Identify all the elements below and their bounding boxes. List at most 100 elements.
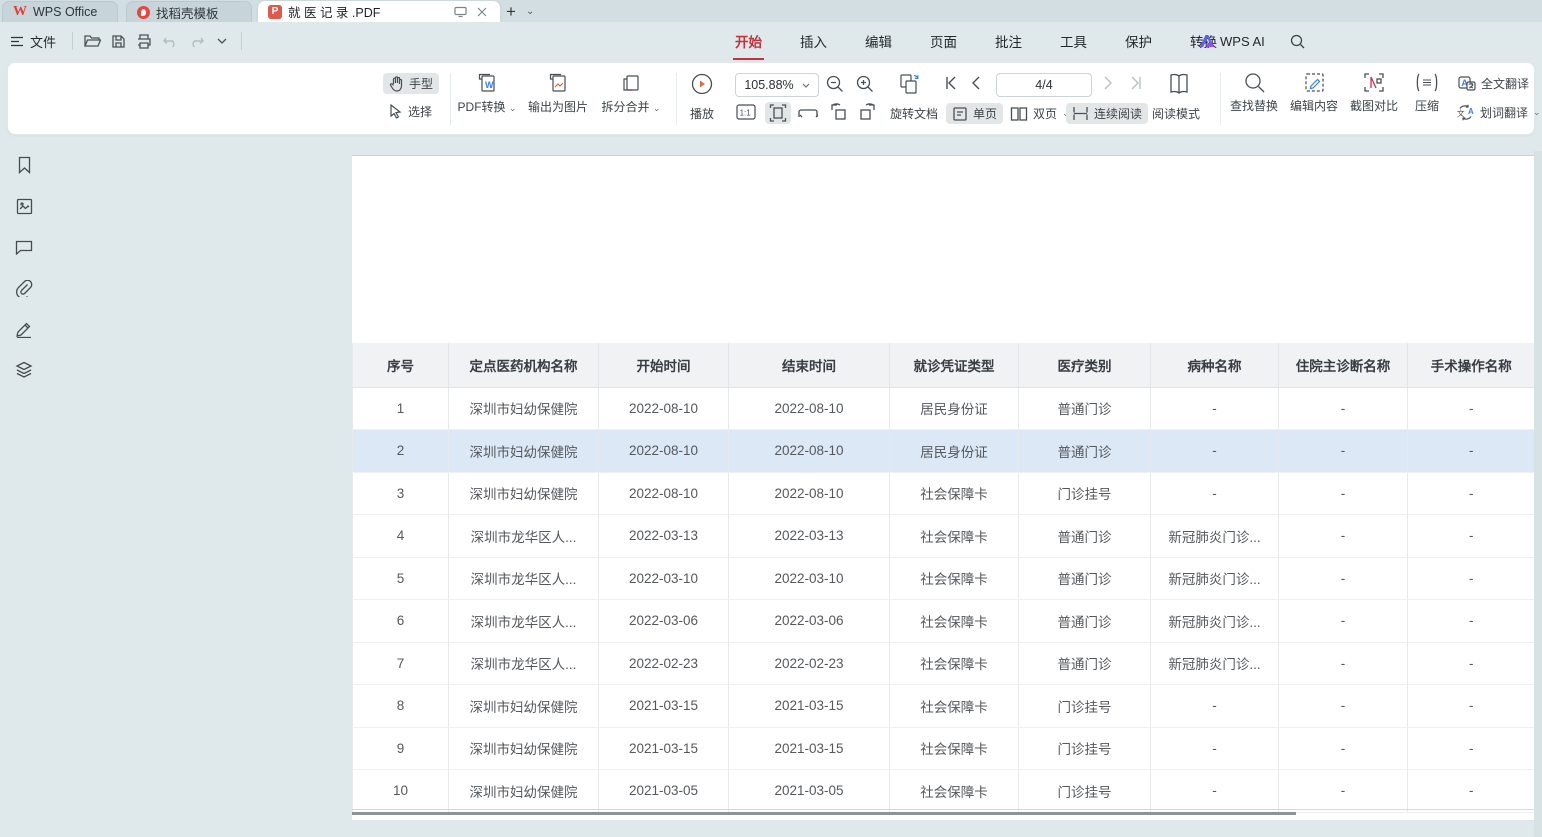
tab-label: 找稻壳模板 <box>156 3 219 22</box>
embedded-horizontal-scrollbar <box>352 812 1296 815</box>
previous-page-button[interactable] <box>971 76 980 90</box>
find-replace-button[interactable]: 查找替换 <box>1228 72 1280 114</box>
menu-item-3[interactable]: 页面 <box>928 28 959 54</box>
cell-r4-c3: 2022-03-13 <box>729 515 890 558</box>
tab-list-chevron-icon[interactable]: ⌄ <box>526 6 534 17</box>
svg-text:文: 文 <box>1457 108 1465 118</box>
edit-content-button[interactable]: 编辑内容 <box>1288 72 1340 114</box>
pdf-convert-icon: W <box>476 72 498 94</box>
word-translate-button[interactable]: 文 A 划词翻译 ⌄ <box>1456 104 1541 121</box>
cell-r9-c2: 2021-03-15 <box>599 727 729 770</box>
cell-r2-c0: 2 <box>353 430 449 473</box>
menu-item-5[interactable]: 工具 <box>1058 28 1089 54</box>
fit-width-button[interactable] <box>798 105 818 118</box>
full-text-translate-button[interactable]: A 全文翻译 <box>1458 75 1529 92</box>
hand-tool-button[interactable]: 手型 <box>383 73 439 94</box>
file-menu-button[interactable]: 文件 <box>0 29 66 53</box>
menu-item-1[interactable]: 插入 <box>798 28 829 54</box>
zoom-out-button[interactable] <box>826 75 844 93</box>
double-page-icon <box>1010 106 1028 122</box>
chevron-down-icon <box>802 83 810 88</box>
divider <box>72 32 73 50</box>
pdf-convert-button[interactable]: W PDF转换 ⌄ <box>456 72 518 115</box>
next-page-button[interactable] <box>1104 76 1113 90</box>
last-page-button[interactable] <box>1130 76 1143 90</box>
thumbnail-panel-button[interactable] <box>11 194 37 218</box>
layers-icon <box>15 361 33 379</box>
read-mode-button[interactable]: 阅读模式 <box>1152 105 1200 122</box>
swap-pages-button[interactable] <box>897 72 923 96</box>
fit-page-button[interactable] <box>765 102 791 124</box>
select-tool-button[interactable]: 选择 <box>383 101 438 122</box>
cell-r3-c1: 深圳市妇幼保健院 <box>449 472 599 515</box>
full-text-translate-label: 全文翻译 <box>1481 75 1529 92</box>
table-row-5: 5深圳市龙华区人...2022-03-102022-03-10社会保障卡普通门诊… <box>353 557 1535 600</box>
first-page-button[interactable] <box>944 76 957 90</box>
cell-r4-c0: 4 <box>353 515 449 558</box>
single-page-button[interactable]: 单页 <box>946 103 1003 124</box>
cell-r7-c4: 社会保障卡 <box>890 642 1019 685</box>
comment-panel-button[interactable] <box>11 235 37 259</box>
export-image-button[interactable]: 输出为图片 <box>524 72 592 115</box>
svg-text:W: W <box>485 80 494 90</box>
close-tab-icon[interactable] <box>474 4 490 20</box>
zoom-level-dropdown[interactable]: 105.88% <box>735 73 819 97</box>
signature-panel-button[interactable] <box>11 317 37 341</box>
print-button[interactable] <box>131 29 157 53</box>
monitor-icon[interactable] <box>452 4 468 20</box>
bookmark-panel-button[interactable] <box>11 153 37 177</box>
menu-item-0[interactable]: 开始 <box>733 28 764 54</box>
double-page-button[interactable]: 双页 ⌄ <box>1004 103 1076 124</box>
thumbnail-icon <box>16 198 33 215</box>
tab-wps-office[interactable]: W WPS Office <box>2 1 118 22</box>
zoom-in-button[interactable] <box>856 75 874 93</box>
cell-r3-c2: 2022-08-10 <box>599 472 729 515</box>
cell-r1-c2: 2022-08-10 <box>599 387 729 430</box>
rotate-document-button[interactable]: 旋转文档 <box>890 105 938 122</box>
menu-item-2[interactable]: 编辑 <box>863 28 894 54</box>
pdf-page[interactable]: 序号定点医药机构名称开始时间结束时间就诊凭证类型医疗类别病种名称住院主诊断名称手… <box>352 155 1534 820</box>
word-translate-label: 划词翻译 <box>1480 104 1528 121</box>
cell-r6-c6: 新冠肺炎门诊... <box>1151 600 1279 643</box>
screenshot-compare-button[interactable]: 截图对比 <box>1348 72 1400 114</box>
window-tab-bar: W WPS Office 找稻壳模板 P 就 医 记 录 .PDF + ⌄ <box>0 0 1542 22</box>
layers-panel-button[interactable] <box>11 358 37 382</box>
open-file-button[interactable] <box>79 29 105 53</box>
actual-size-button[interactable]: 1:1 <box>736 103 756 121</box>
cell-r3-c8: - <box>1408 472 1535 515</box>
page-indicator-field[interactable] <box>1014 78 1074 92</box>
redo-button[interactable] <box>183 29 209 53</box>
cell-r3-c4: 社会保障卡 <box>890 472 1019 515</box>
menu-item-4[interactable]: 批注 <box>993 28 1024 54</box>
quick-access-chevron-icon[interactable] <box>209 29 235 53</box>
cell-r2-c6: - <box>1151 430 1279 473</box>
svg-text:1:1: 1:1 <box>740 109 752 118</box>
rotate-left-button[interactable] <box>828 102 848 121</box>
divider <box>241 32 242 50</box>
vertical-scrollbar[interactable] <box>1534 151 1542 837</box>
save-button[interactable] <box>105 29 131 53</box>
paperclip-icon <box>15 280 33 297</box>
tab-document[interactable]: P 就 医 记 录 .PDF <box>258 1 500 22</box>
split-merge-button[interactable]: 拆分合并 ⌄ <box>598 72 664 115</box>
undo-button[interactable] <box>157 29 183 53</box>
page-number-input[interactable] <box>996 73 1092 97</box>
menu-search-icon[interactable] <box>1290 34 1305 49</box>
rotate-right-button[interactable] <box>858 102 878 121</box>
document-workspace: 序号定点医药机构名称开始时间结束时间就诊凭证类型医疗类别病种名称住院主诊断名称手… <box>0 137 1542 837</box>
play-button[interactable] <box>690 72 714 96</box>
continuous-reading-button[interactable]: 连续阅读 <box>1066 103 1148 124</box>
compress-button[interactable]: 压缩 <box>1408 72 1446 114</box>
cell-r8-c3: 2021-03-15 <box>729 685 890 728</box>
new-tab-button[interactable]: + <box>506 3 516 20</box>
cell-r2-c8: - <box>1408 430 1535 473</box>
main-menu: 开始插入编辑页面批注工具保护转换 <box>733 22 1219 60</box>
pdf-file-icon: P <box>268 5 282 19</box>
read-mode-icon[interactable] <box>1166 72 1192 96</box>
table-row-7: 7深圳市龙华区人...2022-02-232022-02-23社会保障卡普通门诊… <box>353 642 1535 685</box>
menu-item-6[interactable]: 保护 <box>1123 28 1154 54</box>
tab-docer-templates[interactable]: 找稻壳模板 <box>126 1 252 22</box>
attachment-panel-button[interactable] <box>11 276 37 300</box>
cell-r2-c3: 2022-08-10 <box>729 430 890 473</box>
wps-ai-button[interactable]: WPS AI <box>1199 34 1265 49</box>
